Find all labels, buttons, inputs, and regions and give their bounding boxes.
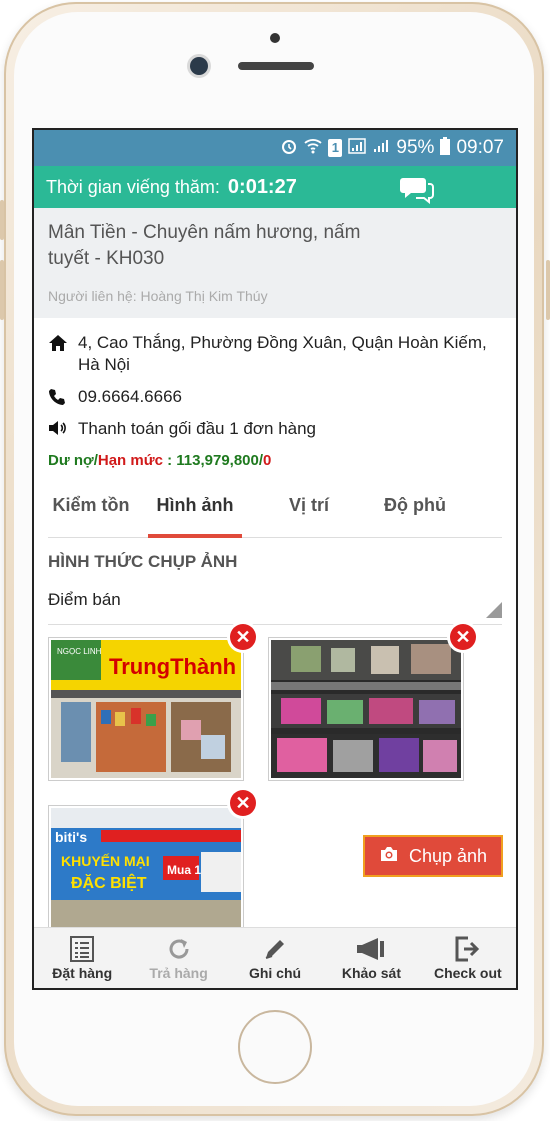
nav-return[interactable]: Trả hàng xyxy=(130,928,226,988)
nav-note[interactable]: Ghi chú xyxy=(227,928,323,988)
phone-icon xyxy=(48,386,78,406)
pencil-icon xyxy=(262,935,288,963)
battery-icon xyxy=(440,136,451,160)
take-photo-button[interactable]: Chụp ảnh xyxy=(363,835,503,877)
note-row: Thanh toán gối đầu 1 đơn hàng xyxy=(48,418,502,440)
debt-limit: Dư nợ/Hạn mức : 113,979,800/0 xyxy=(48,452,272,469)
close-icon: ✕ xyxy=(230,624,256,650)
visit-timer-value: 0:01:27 xyxy=(227,175,297,198)
tab-hinh-anh[interactable]: Hình ảnh xyxy=(148,495,242,538)
debt-label: Dư nợ xyxy=(48,452,94,469)
clock: 09:07 xyxy=(456,137,504,158)
visit-timer-bar: Thời gian viếng thăm: 0:01:27 xyxy=(34,166,516,208)
close-icon: ✕ xyxy=(230,790,256,816)
photo-brand-text: biti's xyxy=(55,829,87,845)
debt-separator: : xyxy=(162,452,177,469)
refresh-icon xyxy=(166,935,192,963)
nav-checkout-label: Check out xyxy=(433,965,502,981)
photo-type-value: Điểm bán xyxy=(48,590,121,609)
photo-type-select[interactable]: Điểm bán xyxy=(48,590,502,625)
visit-timer-label: Thời gian viếng thăm: xyxy=(46,176,220,197)
wifi-icon xyxy=(304,138,323,159)
remove-photo-button[interactable]: ✕ xyxy=(447,621,479,653)
signal-bars-icon xyxy=(372,138,390,159)
nav-order[interactable]: Đặt hàng xyxy=(34,928,130,988)
promo-banner-image: biti's KHUYẾN MẠI ĐẶC BIỆT Mua 1 xyxy=(51,808,241,946)
tab-bar: Kiểm tồn Hình ảnh Vị trí Độ phủ xyxy=(48,495,502,538)
take-photo-label: Chụp ảnh xyxy=(408,845,488,866)
nav-survey[interactable]: Khảo sát xyxy=(323,928,419,988)
tab-do-phu[interactable]: Độ phủ xyxy=(370,495,460,537)
battery-percent: 95% xyxy=(396,137,435,158)
photo-type-title: HÌNH THỨC CHỤP ẢNH xyxy=(48,552,238,571)
nav-order-label: Đặt hàng xyxy=(52,965,113,981)
speaker-icon xyxy=(48,418,78,436)
phone-speaker xyxy=(238,62,314,70)
front-camera xyxy=(190,57,208,75)
sim-indicator: 1 xyxy=(328,139,343,157)
app-screen: 1 95% 09:07 Thời gian viếng thăm: 0:01:2… xyxy=(32,128,518,990)
chat-icon[interactable] xyxy=(399,174,435,205)
phone-side-button xyxy=(546,260,550,320)
contact-person: Người liên hệ: Hoàng Thị Kim Thúy xyxy=(48,288,268,304)
phone-side-button xyxy=(0,200,4,240)
photo-sign-text: TrungThành xyxy=(109,654,236,679)
list-icon xyxy=(70,935,95,963)
photo-thumbnail[interactable] xyxy=(268,637,464,781)
camera-icon xyxy=(379,846,399,867)
limit-label: Hạn mức xyxy=(97,452,163,469)
remove-photo-button[interactable]: ✕ xyxy=(227,621,259,653)
alarm-icon xyxy=(280,137,298,160)
photo-promo-line2: ĐẶC BIỆT xyxy=(71,873,147,892)
limit-value: 0 xyxy=(263,452,272,469)
store-header: Mân Tiền - Chuyên nấm hương, nấm tuyết -… xyxy=(34,208,516,318)
tab-kiem-ton[interactable]: Kiểm tồn xyxy=(48,495,134,537)
remove-photo-button[interactable]: ✕ xyxy=(227,787,259,819)
nav-checkout[interactable]: Check out xyxy=(420,928,516,988)
address-row: 4, Cao Thắng, Phường Đồng Xuân, Quận Hoà… xyxy=(48,332,502,376)
photo-thumbnail[interactable]: NGỌC LINH TrungThành xyxy=(48,637,244,781)
photo-promo-line1: KHUYẾN MẠI xyxy=(61,853,150,869)
phone-row[interactable]: 09.6664.6666 xyxy=(48,386,502,408)
address-text: 4, Cao Thắng, Phường Đồng Xuân, Quận Hoà… xyxy=(78,333,487,374)
store-front-image: NGỌC LINH TrungThành xyxy=(51,640,241,778)
phone-sensor xyxy=(270,33,280,43)
logout-icon xyxy=(454,935,482,963)
photo-brand-text: NGỌC LINH xyxy=(57,647,102,656)
nav-return-label: Trả hàng xyxy=(149,965,208,981)
nav-survey-label: Khảo sát xyxy=(341,965,401,981)
home-icon xyxy=(48,332,78,352)
nav-note-label: Ghi chú xyxy=(248,965,302,981)
store-name: Mân Tiền - Chuyên nấm hương, nấm tuyết -… xyxy=(48,222,361,269)
tab-vi-tri[interactable]: Vị trí xyxy=(264,495,354,537)
debt-value: 113,979,800 xyxy=(176,452,259,469)
store-info: 4, Cao Thắng, Phường Đồng Xuân, Quận Hoà… xyxy=(34,318,516,469)
photo-promo-badge: Mua 1 xyxy=(167,863,201,877)
status-bar: 1 95% 09:07 xyxy=(34,130,516,166)
shelf-image xyxy=(271,640,461,778)
close-icon: ✕ xyxy=(450,624,476,650)
bottom-nav: Đặt hàng Trả hàng Ghi chú Khảo sát Check… xyxy=(34,927,516,988)
signal-icon xyxy=(348,137,367,159)
payment-note: Thanh toán gối đầu 1 đơn hàng xyxy=(78,419,317,438)
home-button[interactable] xyxy=(238,1010,312,1084)
photo-gallery: NGỌC LINH TrungThành ✕ ✕ biti's KHUYẾN M… xyxy=(48,621,502,949)
megaphone-icon xyxy=(356,935,386,963)
phone-side-button xyxy=(0,260,4,320)
phone-number[interactable]: 09.6664.6666 xyxy=(78,386,182,408)
dropdown-arrow-icon xyxy=(486,602,502,618)
